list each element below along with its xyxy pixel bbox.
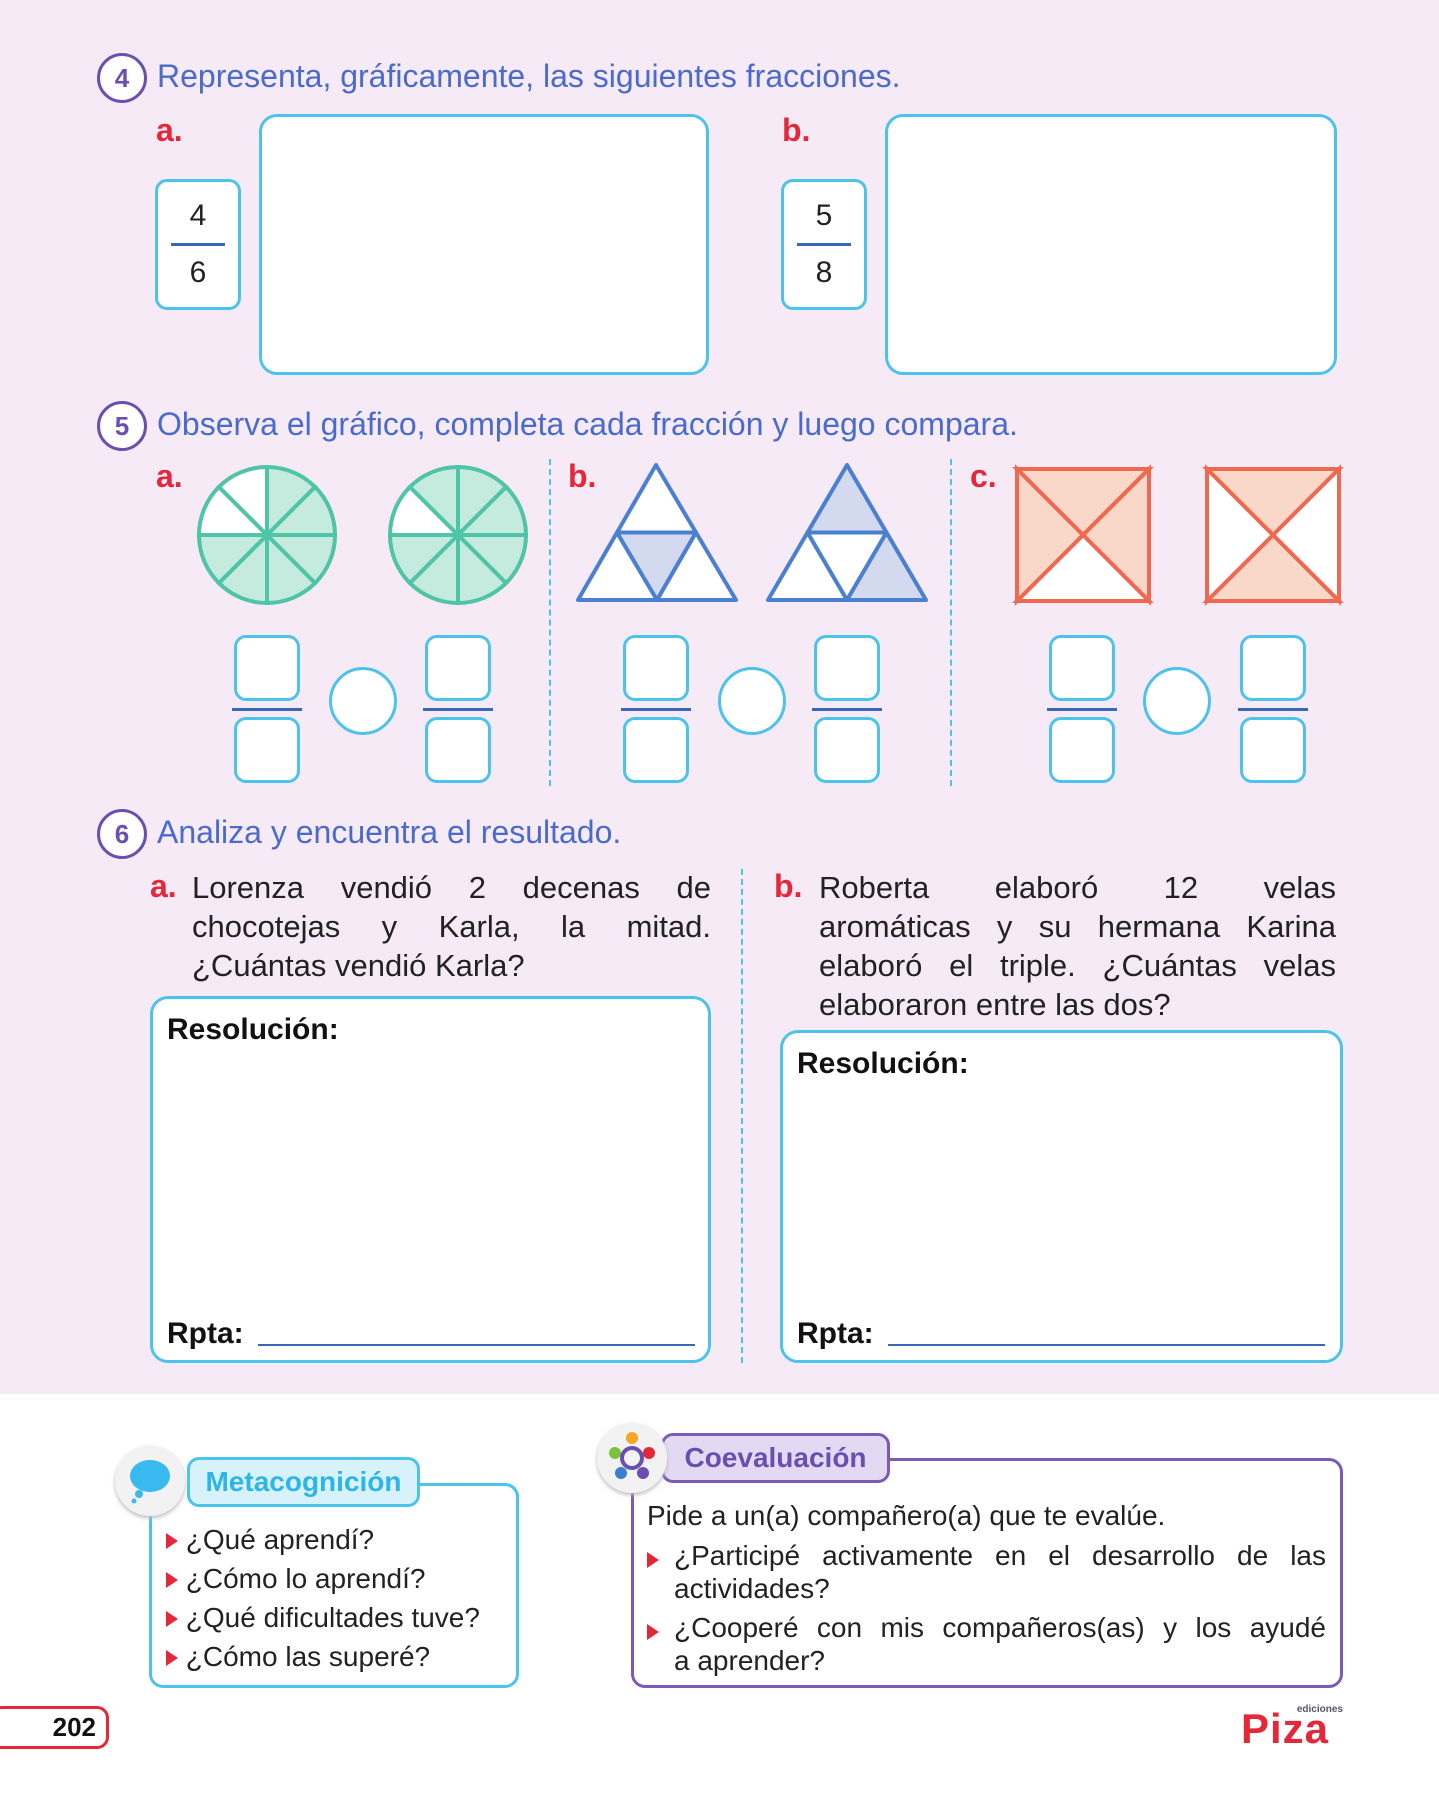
numerator-input[interactable]: [1240, 635, 1306, 701]
answer-line[interactable]: [888, 1344, 1325, 1346]
item-b-label: b.: [774, 868, 803, 904]
fraction-bar: [1238, 708, 1308, 711]
question-4-title: Representa, gráficamente, las siguientes…: [157, 58, 901, 94]
comparison-input[interactable]: [329, 667, 397, 735]
page-number: 202: [0, 1706, 109, 1749]
denominator: 6: [189, 256, 207, 289]
metacognition-item: ¿Qué aprendí?: [166, 1524, 374, 1556]
numerator-input[interactable]: [234, 635, 300, 701]
teamwork-icon: [597, 1423, 667, 1493]
coevaluation-item: ¿Participé activamente en el desarrollo …: [674, 1540, 1326, 1571]
text-line: Lorenza vendió 2 decenas de: [192, 870, 711, 905]
fraction-4-6: 46: [155, 179, 241, 310]
item-a-label: a.: [150, 868, 177, 904]
denominator-input[interactable]: [425, 717, 491, 783]
coevaluation-item: a aprender?: [674, 1645, 826, 1676]
item-b-label: b.: [782, 112, 811, 148]
logo-text: Piza: [1241, 1705, 1330, 1752]
question-number-6: 6: [97, 809, 147, 859]
question-5-title: Observa el gráfico, completa cada fracci…: [157, 406, 1018, 442]
item-text: ¿Cómo lo aprendí?: [185, 1563, 426, 1594]
divider: [741, 869, 743, 1363]
numerator-input[interactable]: [814, 635, 880, 701]
resolution-label: Resolución:: [167, 1013, 339, 1046]
fraction-bar: [621, 708, 691, 711]
numerator-input[interactable]: [1049, 635, 1115, 701]
denominator-input[interactable]: [234, 717, 300, 783]
answer-label: Rpta:: [797, 1317, 874, 1350]
fraction-bar: [232, 708, 302, 711]
question-6-title: Analiza y encuentra el resultado.: [157, 814, 622, 850]
comparison-input[interactable]: [718, 667, 786, 735]
item-a-label: a.: [156, 112, 183, 148]
fraction-bar: [1047, 708, 1117, 711]
numerator: 5: [815, 199, 833, 232]
denominator: 8: [815, 256, 833, 289]
denominator-input[interactable]: [1240, 717, 1306, 783]
denominator-input[interactable]: [1049, 717, 1115, 783]
coevaluation-title: Coevaluación: [661, 1433, 890, 1483]
fraction-5-8: 58: [781, 179, 867, 310]
resolution-box-a[interactable]: Resolución: Rpta:: [150, 996, 711, 1363]
drawing-area-a[interactable]: [259, 114, 709, 375]
coevaluation-item: ¿Cooperé con mis compañeros(as) y los ay…: [674, 1612, 1326, 1643]
fraction-bar: [171, 243, 225, 246]
problem-a-text: Lorenza vendió 2 decenas de chocotejas y …: [192, 868, 711, 985]
resolution-label: Resolución:: [797, 1047, 969, 1080]
bullet-icon: [647, 1624, 659, 1640]
denominator-input[interactable]: [623, 717, 689, 783]
text-line: ¿Cuántas vendió Karla?: [192, 948, 525, 983]
drawing-area-b[interactable]: [885, 114, 1337, 375]
text-line: elaboraron entre las dos?: [819, 987, 1171, 1022]
thought-cloud-icon: [115, 1446, 185, 1516]
denominator-input[interactable]: [814, 717, 880, 783]
fraction-figures: [196, 463, 1344, 606]
triangle-part: [615, 463, 698, 535]
resolution-box-b[interactable]: Resolución: Rpta:: [780, 1030, 1343, 1363]
bullet-icon: [647, 1552, 659, 1568]
metacognition-title: Metacognición: [187, 1457, 420, 1507]
numerator-input[interactable]: [623, 635, 689, 701]
text-line: Roberta elaboró 12 velas: [819, 870, 1336, 905]
triangle-part: [805, 463, 889, 535]
bullet-icon: [166, 1650, 178, 1666]
item-text: ¿Cómo las superé?: [185, 1641, 431, 1672]
numerator: 4: [189, 199, 207, 232]
metacognition-item: ¿Qué dificultades tuve?: [166, 1602, 480, 1634]
bullet-icon: [166, 1533, 178, 1549]
answer-label: Rpta:: [167, 1317, 244, 1350]
item-text: ¿Qué aprendí?: [185, 1524, 375, 1555]
problem-b-text: Roberta elaboró 12 velas aromáticas y su …: [819, 868, 1336, 1024]
fraction-bar: [797, 243, 851, 246]
coevaluation-item: actividades?: [674, 1573, 830, 1604]
text-line: chocotejas y Karla, la mitad.: [192, 909, 711, 944]
question-number-4: 4: [97, 53, 147, 103]
bullet-icon: [166, 1611, 178, 1627]
numerator-input[interactable]: [425, 635, 491, 701]
comparison-input[interactable]: [1143, 667, 1211, 735]
item-text: ¿Qué dificultades tuve?: [185, 1602, 480, 1633]
text-line: aromáticas y su hermana Karina: [819, 909, 1336, 944]
answer-line[interactable]: [258, 1344, 695, 1346]
metacognition-item: ¿Cómo lo aprendí?: [166, 1563, 425, 1595]
coevaluation-intro: Pide a un(a) compañero(a) que te evalúe.: [647, 1500, 1166, 1531]
fraction-bar: [423, 708, 493, 711]
piza-logo: ediciones Piza: [1241, 1704, 1343, 1750]
bullet-icon: [166, 1572, 178, 1588]
metacognition-item: ¿Cómo las superé?: [166, 1641, 430, 1673]
text-line: elaboró el triple. ¿Cuántas velas: [819, 948, 1336, 983]
fraction-bar: [812, 708, 882, 711]
